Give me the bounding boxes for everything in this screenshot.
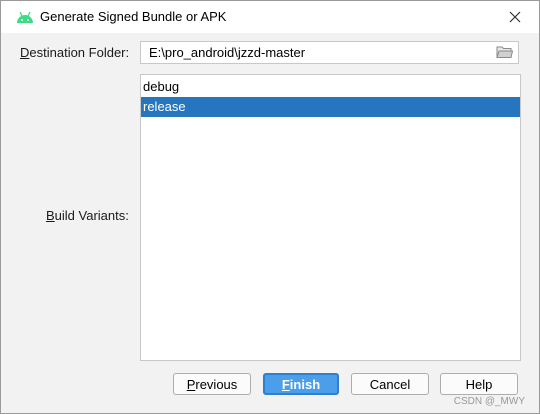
destination-folder-input[interactable] xyxy=(141,42,486,63)
close-icon xyxy=(509,11,521,23)
destination-label-mnemonic: D xyxy=(20,45,30,60)
build-variants-label-mnemonic: B xyxy=(46,208,55,223)
finish-button[interactable]: Finish xyxy=(263,373,339,395)
close-button[interactable] xyxy=(505,7,525,27)
dialog-window: Generate Signed Bundle or APK Destinatio… xyxy=(0,0,540,414)
previous-mnemonic: P xyxy=(186,376,196,392)
dialog-content: Destination Folder: Build Variants: debu… xyxy=(1,33,539,413)
finish-label: inish xyxy=(289,376,321,392)
destination-folder-label: Destination Folder: xyxy=(20,45,129,60)
build-variants-label-text: uild Variants: xyxy=(54,208,129,223)
help-button[interactable]: Help xyxy=(440,373,518,395)
build-variants-list[interactable]: debug release xyxy=(140,74,521,361)
variant-item-debug[interactable]: debug xyxy=(141,77,520,97)
destination-label-text: estination Folder: xyxy=(29,45,130,60)
build-variants-label: Build Variants: xyxy=(46,208,129,223)
android-icon xyxy=(17,11,33,23)
folder-icon[interactable] xyxy=(496,45,513,59)
variant-item-release[interactable]: release xyxy=(141,97,520,117)
cancel-button[interactable]: Cancel xyxy=(351,373,429,395)
dialog-title: Generate Signed Bundle or APK xyxy=(40,9,227,24)
previous-label: revious xyxy=(195,376,238,392)
watermark: CSDN @_MWY xyxy=(453,396,525,407)
finish-mnemonic: F xyxy=(281,376,290,392)
previous-button[interactable]: Previous xyxy=(173,373,251,395)
destination-folder-field xyxy=(140,41,519,64)
title-bar: Generate Signed Bundle or APK xyxy=(1,1,539,33)
